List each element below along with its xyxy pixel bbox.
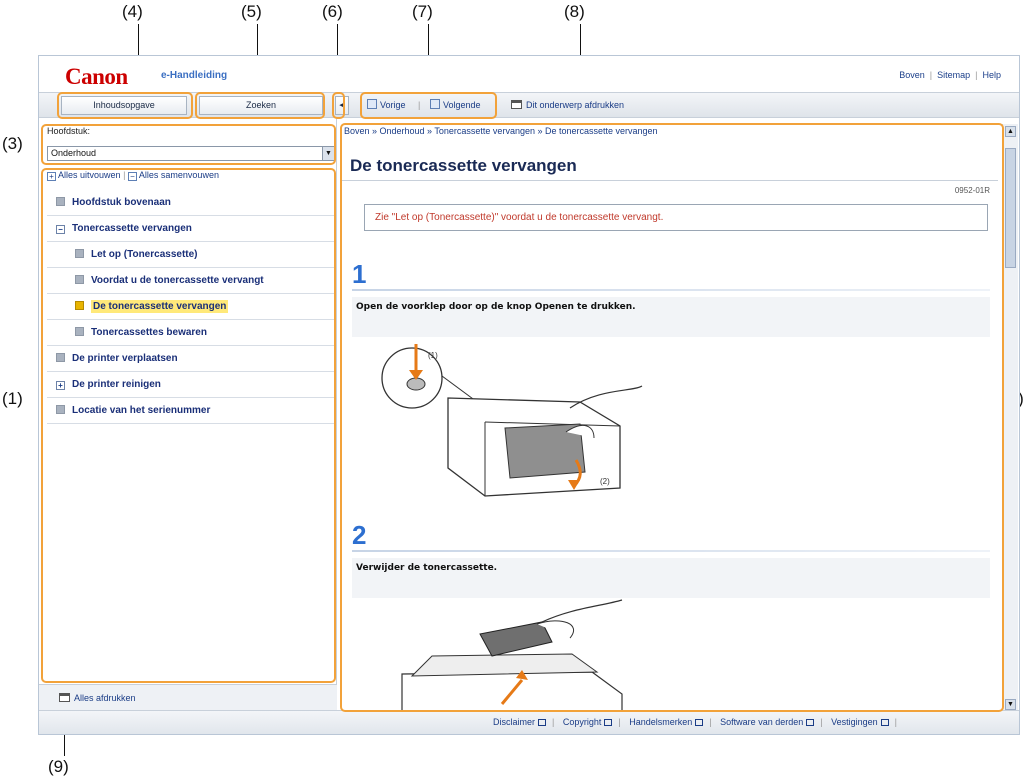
vertical-scrollbar[interactable]: ▲ ▼ (1002, 124, 1018, 712)
highlight-toc-tree (41, 168, 336, 683)
highlight-collapse (332, 92, 345, 119)
highlight-content (340, 123, 1004, 712)
separator: | (929, 70, 933, 80)
external-window-icon (604, 719, 613, 726)
product-name: e-Handleiding (161, 70, 228, 81)
external-window-icon (806, 719, 815, 726)
highlight-tab-toc (57, 92, 193, 119)
separator: | (618, 717, 621, 727)
scroll-down-icon[interactable]: ▼ (1005, 699, 1016, 710)
canon-logo[interactable]: Canon (65, 64, 128, 90)
highlight-chapter (41, 124, 336, 165)
print-topic-label: Dit onderwerp afdrukken (526, 100, 625, 110)
footer-link-copyright[interactable]: Copyright (563, 717, 613, 727)
header: Canon e-Handleiding Boven | Sitemap | Help (39, 56, 1019, 92)
external-window-icon (880, 719, 889, 726)
footer-link-third-party[interactable]: Software van derden (720, 717, 815, 727)
footer-link-offices[interactable]: Vestigingen (831, 717, 889, 727)
link-boven[interactable]: Boven (899, 70, 925, 80)
print-all-button[interactable]: Alles afdrukken (39, 684, 337, 710)
scroll-up-icon[interactable]: ▲ (1005, 126, 1016, 137)
printer-icon (511, 100, 522, 109)
footer-link-trademarks[interactable]: Handelsmerken (629, 717, 704, 727)
scroll-thumb[interactable] (1005, 148, 1016, 268)
separator: | (975, 70, 978, 80)
callout-8: (8) (564, 2, 585, 21)
callout-6: (6) (322, 2, 343, 21)
footer: Disclaimer | Copyright | Handelsmerken | So… (39, 710, 1019, 734)
footer-link-label: Copyright (562, 717, 602, 727)
callout-4: (4) (122, 2, 143, 21)
separator: | (709, 717, 712, 727)
separator: | (820, 717, 823, 727)
print-topic-button[interactable]: Dit onderwerp afdrukken (511, 96, 624, 115)
footer-link-label: Vestigingen (831, 717, 878, 727)
callout-1: (1) (2, 389, 23, 408)
separator: | (894, 717, 897, 727)
callout-5: (5) (241, 2, 262, 21)
callout-7: (7) (412, 2, 433, 21)
separator: | (552, 717, 555, 727)
callout-9: (9) (48, 757, 69, 776)
callout-3: (3) (2, 134, 23, 153)
highlight-prev-next (360, 92, 497, 119)
top-links: Boven | Sitemap | Help (899, 70, 1001, 80)
footer-link-label: Handelsmerken (629, 717, 693, 727)
external-window-icon (538, 719, 547, 726)
external-window-icon (695, 719, 704, 726)
footer-link-label: Disclaimer (493, 717, 536, 727)
link-sitemap[interactable]: Sitemap (937, 70, 970, 80)
printer-icon (59, 693, 70, 702)
footer-link-label: Software van derden (720, 717, 804, 727)
link-help[interactable]: Help (982, 70, 1001, 80)
footer-link-disclaimer[interactable]: Disclaimer (493, 717, 547, 727)
highlight-tab-search (195, 92, 325, 119)
print-all-label: Alles afdrukken (74, 693, 136, 703)
